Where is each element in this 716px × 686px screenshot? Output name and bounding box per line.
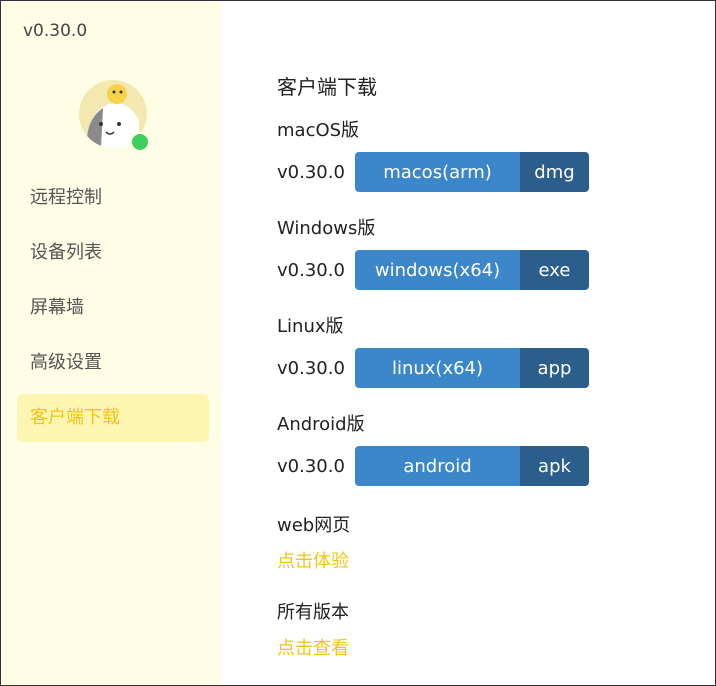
download-macos-ext[interactable]: dmg xyxy=(520,152,589,192)
platform-label: Windows版 xyxy=(277,218,376,239)
app-version: v0.30.0 xyxy=(23,21,88,41)
web-label: web网页 xyxy=(277,515,351,536)
sidebar-nav: 远程控制 设备列表 屏幕墙 高级设置 客户端下载 xyxy=(17,174,209,449)
sidebar-item-advanced-settings[interactable]: 高级设置 xyxy=(17,339,209,387)
download-windows-button[interactable]: windows(x64) exe xyxy=(355,250,589,290)
platform-label: macOS版 xyxy=(277,120,360,141)
platform-version: v0.30.0 xyxy=(277,357,345,379)
page-title: 客户端下载 xyxy=(277,75,377,99)
sidebar-item-screen-wall[interactable]: 屏幕墙 xyxy=(17,284,209,332)
download-windows-label[interactable]: windows(x64) xyxy=(355,250,520,290)
download-linux-button[interactable]: linux(x64) app xyxy=(355,348,589,388)
sidebar-item-remote-control[interactable]: 远程控制 xyxy=(17,174,209,222)
platform-label: Linux版 xyxy=(277,316,344,337)
platform-version: v0.30.0 xyxy=(277,455,345,477)
download-linux-label[interactable]: linux(x64) xyxy=(355,348,520,388)
platform-label: Android版 xyxy=(277,414,365,435)
download-linux-ext[interactable]: app xyxy=(520,348,589,388)
download-macos-button[interactable]: macos(arm) dmg xyxy=(355,152,589,192)
sidebar: v0.30.0 远程控制 设备列表 屏幕墙 高级设置 客户端下载 xyxy=(2,2,221,685)
download-windows-ext[interactable]: exe xyxy=(520,250,589,290)
sidebar-item-device-list[interactable]: 设备列表 xyxy=(17,229,209,277)
download-macos-label[interactable]: macos(arm) xyxy=(355,152,520,192)
platform-version: v0.30.0 xyxy=(277,161,345,183)
all-versions-link[interactable]: 点击查看 xyxy=(277,634,349,660)
sidebar-item-client-download[interactable]: 客户端下载 xyxy=(17,394,209,442)
platform-macos: macOS版 v0.30.0 macos(arm) dmg xyxy=(277,119,697,192)
all-versions-label: 所有版本 xyxy=(277,602,349,623)
download-android-ext[interactable]: apk xyxy=(520,446,589,486)
platform-linux: Linux版 v0.30.0 linux(x64) app xyxy=(277,315,697,388)
platform-version: v0.30.0 xyxy=(277,259,345,281)
download-android-button[interactable]: android apk xyxy=(355,446,589,486)
platform-android: Android版 v0.30.0 android apk xyxy=(277,413,697,486)
avatar[interactable] xyxy=(79,80,150,152)
online-status-dot xyxy=(130,132,150,152)
web-try-link[interactable]: 点击体验 xyxy=(277,547,349,573)
platform-windows: Windows版 v0.30.0 windows(x64) exe xyxy=(277,217,697,290)
download-android-label[interactable]: android xyxy=(355,446,520,486)
